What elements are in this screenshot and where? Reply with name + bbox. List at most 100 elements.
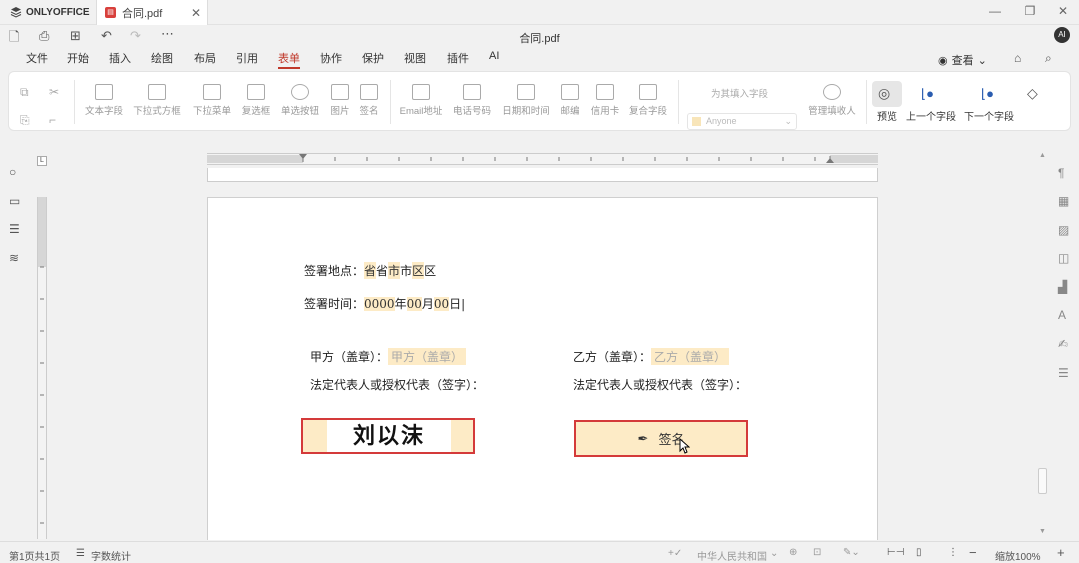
- menu-forms[interactable]: 表单: [278, 50, 300, 69]
- signature-button[interactable]: 签名: [345, 84, 393, 117]
- left-panel: [0, 150, 32, 540]
- role-select[interactable]: Anyone ⌄: [687, 113, 797, 130]
- edit-mode-icon[interactable]: ✎⌄: [843, 547, 860, 558]
- next-field-icon[interactable]: ⌊●: [981, 86, 994, 102]
- spell-check-icon[interactable]: +✓: [668, 548, 682, 559]
- format-painter-icon[interactable]: ⌐: [49, 113, 56, 127]
- menu-references[interactable]: 引用: [236, 50, 258, 66]
- signing-time-line: 签署时间： 0000 年 00 月 00 日 |: [304, 295, 465, 312]
- menu-view[interactable]: 视图: [404, 50, 426, 66]
- party-b-field[interactable]: 乙方（盖章）: [651, 348, 730, 365]
- phone-button[interactable]: 电话号码: [448, 84, 496, 117]
- scroll-thumb[interactable]: [1038, 468, 1047, 494]
- user-avatar[interactable]: AI: [1054, 27, 1070, 43]
- form-settings-icon[interactable]: ☰: [1058, 366, 1069, 380]
- separator: [74, 80, 75, 124]
- party-b-line: 乙方（盖章）： 乙方（盖章）: [573, 348, 730, 365]
- complex-field-icon: [639, 84, 657, 100]
- scroll-up-icon[interactable]: ▲: [1039, 152, 1046, 159]
- menu-file[interactable]: 文件: [26, 50, 48, 66]
- next-field-label[interactable]: 下一个字段: [964, 108, 1014, 123]
- document-tab[interactable]: ▤ 合同.pdf ✕: [96, 0, 208, 25]
- party-a-field[interactable]: 甲方（盖章）: [388, 348, 467, 365]
- fit-width-icon[interactable]: ⊢⊣: [887, 547, 904, 558]
- checkbox-button[interactable]: 复选框: [232, 84, 280, 117]
- pdf-file-icon: ▤: [105, 7, 116, 18]
- table-settings-icon[interactable]: ▦: [1058, 194, 1069, 208]
- restore-button[interactable]: ❐: [1022, 4, 1038, 18]
- signing-place-label: 签署地点：: [304, 264, 365, 278]
- tab-stop-icon[interactable]: L: [37, 156, 47, 166]
- month-field[interactable]: 00: [406, 296, 422, 311]
- globe-icon[interactable]: ⊕: [789, 547, 797, 558]
- vertical-scrollbar[interactable]: ▲ ▼: [1036, 150, 1049, 540]
- horizontal-ruler[interactable]: [207, 153, 878, 165]
- vertical-ruler[interactable]: [37, 197, 47, 539]
- search-icon[interactable]: ⌕: [1045, 51, 1052, 66]
- menu-collaboration[interactable]: 协作: [320, 50, 342, 66]
- dropdown-button[interactable]: 下拉菜单: [188, 84, 236, 117]
- zoom-level[interactable]: 缩放100%: [995, 548, 1041, 563]
- email-button[interactable]: Email地址: [397, 84, 445, 117]
- year-field[interactable]: 0000: [364, 296, 395, 311]
- prev-field-label[interactable]: 上一个字段: [906, 108, 956, 123]
- view-mode-dropdown[interactable]: ◉ 查看 ⌄: [938, 52, 987, 68]
- thumbnails-icon[interactable]: ≋: [9, 251, 19, 265]
- province-field[interactable]: 省: [364, 262, 377, 279]
- zoom-in-icon[interactable]: +: [1057, 545, 1065, 560]
- paragraph-settings-icon[interactable]: ¶: [1058, 166, 1064, 180]
- preview-label[interactable]: 预览: [877, 108, 897, 123]
- tab-close-icon[interactable]: ✕: [191, 6, 201, 20]
- combo-box-icon: [148, 84, 166, 100]
- signature-field-a[interactable]: 刘以沫: [301, 418, 475, 454]
- paste-icon[interactable]: ⎘: [20, 113, 30, 128]
- menu-draw[interactable]: 绘图: [151, 50, 173, 66]
- fit-page-icon[interactable]: ▯: [916, 547, 922, 558]
- credit-card-button[interactable]: 信用卡: [581, 84, 629, 117]
- copy-icon[interactable]: ⧉: [20, 85, 29, 100]
- menu-layout[interactable]: 布局: [194, 50, 216, 66]
- day-field[interactable]: 00: [433, 296, 450, 311]
- prev-field-icon[interactable]: ⌊●: [921, 86, 934, 102]
- preview-eye-icon[interactable]: ◎: [878, 85, 890, 102]
- complex-field-button[interactable]: 复合字段: [624, 84, 672, 117]
- combo-box-button[interactable]: 下拉式方框: [133, 84, 181, 117]
- scroll-down-icon[interactable]: ▼: [1039, 528, 1046, 535]
- folder-icon[interactable]: ⌂: [1014, 51, 1021, 65]
- navigation-icon[interactable]: ☰: [9, 222, 20, 236]
- comments-icon[interactable]: ▭: [9, 194, 20, 208]
- search-panel-icon[interactable]: ○: [9, 165, 16, 179]
- manage-roles-button[interactable]: 管理填收人: [804, 84, 860, 117]
- menu-insert[interactable]: 插入: [109, 50, 131, 66]
- menu-protection[interactable]: 保护: [362, 50, 384, 66]
- datetime-button[interactable]: 日期和时间: [502, 84, 550, 117]
- signature-field-b[interactable]: ✒ 签名: [574, 420, 748, 457]
- language-select[interactable]: 中华人民共和国 ⌄: [697, 548, 778, 563]
- text-field-button[interactable]: 文本字段: [80, 84, 128, 117]
- eraser-icon[interactable]: ◇: [1027, 85, 1038, 102]
- textart-settings-icon[interactable]: A: [1058, 308, 1066, 322]
- page-break-icon[interactable]: ⋮: [948, 547, 958, 558]
- signing-place-line: 签署地点： 省省市市区区: [304, 262, 436, 279]
- track-changes-icon[interactable]: ⊡: [813, 547, 821, 558]
- shape-settings-icon[interactable]: ◫: [1058, 251, 1069, 265]
- cut-icon[interactable]: ✂: [49, 85, 59, 99]
- text-field-icon: [95, 84, 113, 100]
- menu-home[interactable]: 开始: [67, 50, 89, 66]
- city-field[interactable]: 市: [388, 262, 401, 279]
- word-count[interactable]: ☰ 字数统计: [76, 548, 131, 563]
- close-window-button[interactable]: ✕: [1055, 4, 1071, 18]
- signature-icon: [360, 84, 378, 100]
- zoom-out-icon[interactable]: −: [969, 545, 977, 560]
- district-field[interactable]: 区: [412, 262, 425, 279]
- menu-plugins[interactable]: 插件: [447, 50, 469, 66]
- signature-settings-icon[interactable]: ✍: [1058, 337, 1068, 351]
- page-indicator[interactable]: 第1页共1页: [9, 548, 60, 563]
- chart-settings-icon[interactable]: ▟: [1058, 280, 1067, 294]
- menu-ai[interactable]: AI: [489, 50, 499, 62]
- minimize-button[interactable]: —: [987, 4, 1003, 18]
- tab-title: 合同.pdf: [122, 7, 163, 20]
- text-cursor: |: [461, 296, 466, 311]
- image-settings-icon[interactable]: ▨: [1058, 223, 1069, 237]
- day-text: 日: [449, 297, 462, 311]
